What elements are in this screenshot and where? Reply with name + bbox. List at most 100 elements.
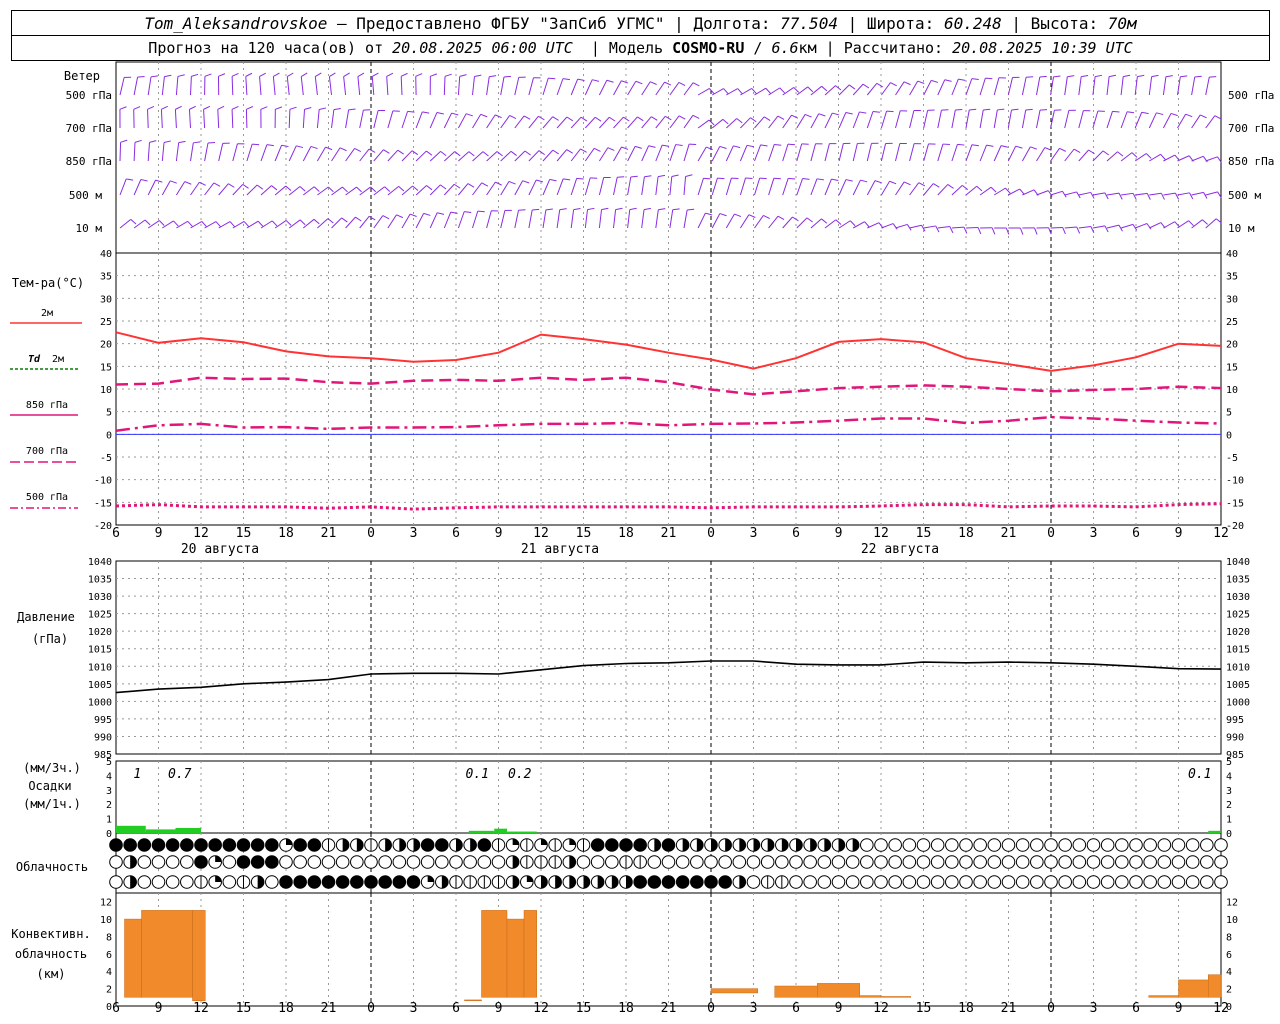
wind-barb bbox=[1163, 154, 1176, 162]
cloud-symbol bbox=[973, 838, 987, 852]
wind-barb bbox=[400, 76, 403, 96]
wind-barb bbox=[1134, 112, 1143, 129]
temp-ytick-left: 40 bbox=[100, 249, 112, 260]
wind-barb-feather bbox=[296, 145, 304, 149]
wind-barb-feather bbox=[821, 85, 828, 92]
precip-bar bbox=[507, 831, 537, 833]
cloud-symbol bbox=[1072, 855, 1087, 869]
wind-barb-feather bbox=[559, 208, 567, 211]
wind-barb bbox=[1106, 224, 1120, 229]
wind-barb bbox=[1177, 220, 1189, 229]
wind-barb bbox=[345, 109, 350, 129]
press-ytick-left: 1025 bbox=[88, 610, 112, 621]
conv-title-1: Конвективн. bbox=[11, 927, 90, 941]
cloud-symbol bbox=[718, 855, 732, 869]
temp-ytick-left: 30 bbox=[100, 294, 112, 305]
wind-barb-feather bbox=[807, 86, 814, 93]
cloud-symbol bbox=[449, 855, 463, 869]
wind-barb bbox=[880, 110, 888, 129]
cloud-symbol bbox=[1100, 855, 1115, 869]
wind-barb bbox=[415, 213, 425, 229]
cloud-symbol bbox=[1058, 855, 1072, 869]
wind-barb-feather bbox=[566, 149, 573, 154]
wind-barb-feather bbox=[872, 110, 880, 113]
wind-barb bbox=[782, 114, 792, 129]
cloud-symbol-mark bbox=[427, 875, 434, 882]
wind-barb-feather bbox=[1005, 187, 1011, 194]
cloud-symbol-mark bbox=[526, 875, 534, 882]
wind-barb bbox=[1135, 223, 1148, 229]
wind-barb bbox=[245, 76, 248, 96]
wind-barb-feather bbox=[635, 80, 643, 85]
wind-barb-feather bbox=[450, 211, 458, 214]
wind-barb-feather bbox=[903, 181, 911, 186]
wind-barb bbox=[923, 225, 936, 229]
cloud-symbol bbox=[307, 855, 322, 869]
wind-barb bbox=[1191, 114, 1201, 129]
wind-barb-feather bbox=[400, 72, 408, 77]
wind-barb bbox=[669, 176, 673, 196]
wind-barb-feather bbox=[1180, 75, 1188, 78]
wind-barb bbox=[542, 209, 547, 229]
wind-barb-feather bbox=[958, 78, 966, 81]
wind-barb-feather bbox=[372, 72, 379, 77]
wind-barb bbox=[810, 143, 817, 162]
press-ytick-left: 1010 bbox=[88, 662, 112, 673]
cloud-symbol-mark bbox=[512, 855, 519, 869]
conv-bar bbox=[710, 988, 758, 994]
wind-barb-feather bbox=[119, 106, 127, 110]
legend-t2m-label: 2м bbox=[41, 308, 53, 319]
wind-barb-feather bbox=[848, 84, 856, 90]
cloud-symbol bbox=[1129, 855, 1143, 869]
press-ytick-left: 995 bbox=[94, 715, 112, 726]
wind-barb-feather bbox=[1137, 74, 1145, 78]
wind-barb bbox=[345, 216, 356, 229]
wind-barb bbox=[598, 147, 609, 162]
cloud-symbol-mark bbox=[342, 838, 349, 852]
wind-barb bbox=[895, 223, 908, 229]
cloud-symbol bbox=[392, 875, 407, 889]
wind-barb bbox=[429, 112, 438, 129]
wind-barb-feather bbox=[580, 148, 587, 153]
wind-barb bbox=[231, 109, 234, 129]
wind-barb bbox=[1149, 222, 1162, 229]
cloud-symbol bbox=[151, 855, 166, 869]
conv-bar bbox=[1208, 974, 1222, 998]
cloud-symbol bbox=[690, 875, 704, 889]
wind-barb bbox=[1064, 226, 1077, 229]
wind-barb bbox=[328, 76, 332, 96]
wind-barb-feather bbox=[384, 186, 391, 192]
wind-barb-feather bbox=[260, 106, 268, 110]
cloud-symbol bbox=[1115, 875, 1129, 889]
wind-barb bbox=[204, 142, 209, 162]
wind-barb-feather bbox=[231, 72, 239, 77]
wind-barb bbox=[373, 215, 384, 229]
cloud-symbol bbox=[987, 855, 1002, 869]
wind-barb bbox=[1092, 150, 1104, 162]
wind-barb-feather bbox=[538, 150, 545, 156]
wind-barb-feather bbox=[1209, 76, 1217, 78]
wind-barb bbox=[302, 218, 315, 229]
wind-barb-feather bbox=[709, 88, 715, 95]
wind-barb-feather bbox=[271, 185, 278, 191]
wind-barb bbox=[584, 209, 589, 229]
wind-barb bbox=[542, 179, 551, 196]
temp-ytick-left: 0 bbox=[106, 430, 112, 441]
wind-barb bbox=[161, 180, 171, 196]
wind-barb bbox=[161, 76, 165, 96]
wind-barb bbox=[782, 144, 789, 162]
conv-title-2: облачность bbox=[15, 947, 87, 961]
wind-barb-feather bbox=[466, 113, 473, 117]
wind-barb bbox=[669, 115, 680, 129]
wind-barb bbox=[613, 146, 622, 162]
wind-barb-feather bbox=[692, 82, 700, 87]
wind-level-500hpa-right: 500 гПа bbox=[1228, 89, 1274, 102]
cloud-symbol bbox=[959, 838, 973, 852]
wind-barb bbox=[909, 182, 920, 196]
wind-barb-feather bbox=[831, 178, 839, 181]
cloud-symbol bbox=[930, 855, 945, 869]
cloud-symbol-mark bbox=[739, 875, 746, 889]
conv-ytick-right: 2 bbox=[1226, 985, 1232, 996]
wind-barb-feather bbox=[1102, 150, 1110, 156]
panel-frames: 6 9 12 15 18 21 0 3 6 9 12 15 18 21 0 3 6 9 12 15 18 21 0 3 6 9 12… bbox=[112, 61, 1229, 1016]
